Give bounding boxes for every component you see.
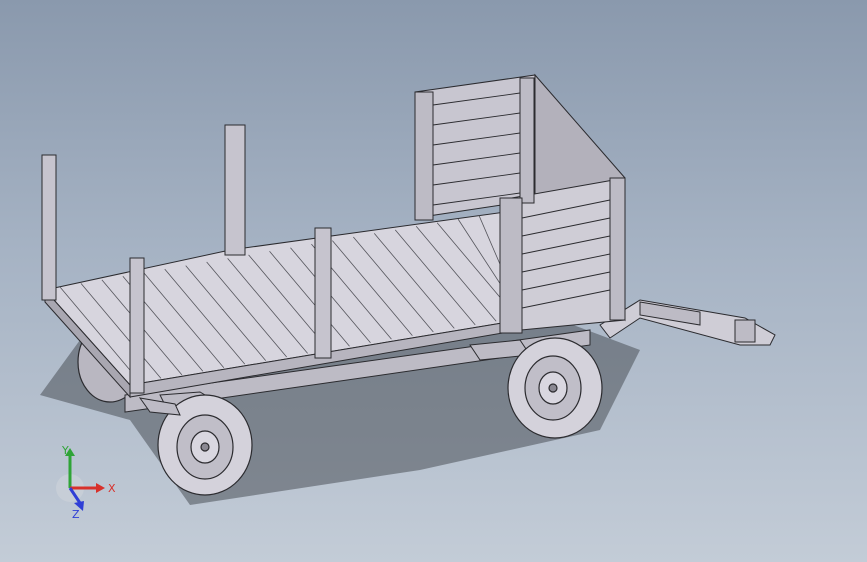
drawbar bbox=[599, 299, 776, 346]
stake-post bbox=[129, 257, 145, 394]
rack-post bbox=[499, 197, 523, 334]
z-axis-label: Z bbox=[72, 508, 80, 520]
front-wheel bbox=[507, 337, 603, 439]
coordinate-triad: Y X Z bbox=[56, 444, 116, 520]
rack-post bbox=[414, 91, 434, 221]
rack-post bbox=[519, 77, 535, 204]
x-axis-label: X bbox=[108, 482, 116, 495]
stake-post bbox=[314, 227, 332, 359]
rack-post bbox=[609, 177, 626, 321]
y-axis-label: Y bbox=[61, 444, 69, 457]
stake-post bbox=[224, 124, 246, 256]
graphics-viewport[interactable]: Y X Z bbox=[0, 0, 867, 562]
stake-post bbox=[41, 154, 57, 301]
wagon-model[interactable] bbox=[0, 0, 867, 562]
